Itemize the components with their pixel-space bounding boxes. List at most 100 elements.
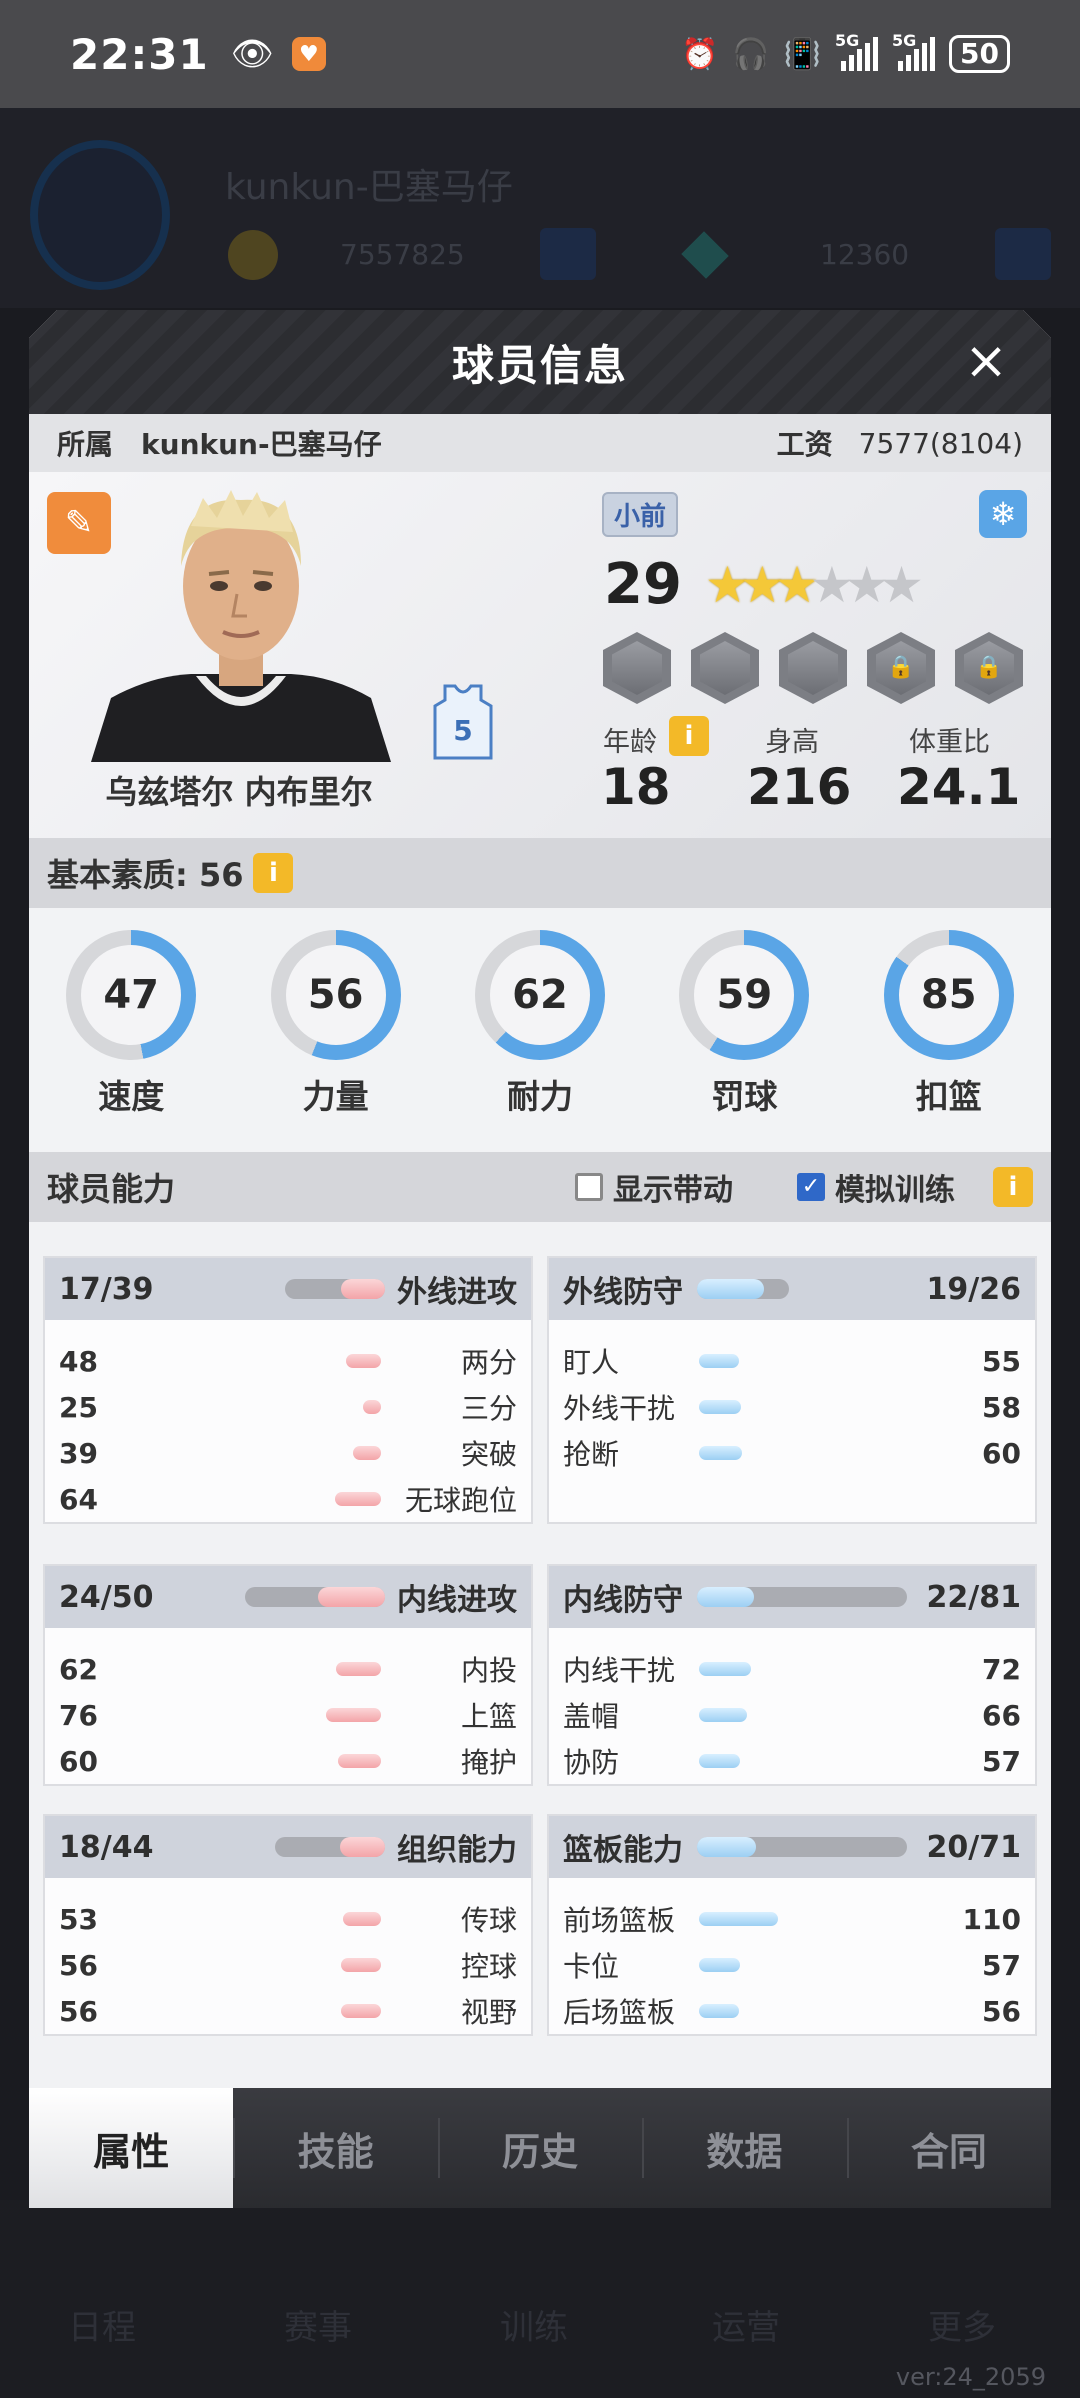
signal-icon-1: 5G (835, 31, 879, 71)
salary-label: 工资 (776, 428, 833, 461)
ability-title: 内线防守 (563, 1583, 683, 1618)
ability-bar (699, 1446, 742, 1460)
attribute-value: 59 (694, 945, 795, 1045)
age-info-icon[interactable]: i (669, 716, 709, 756)
simulate-training-toggle[interactable]: ✓ 模拟训练 (797, 1165, 955, 1209)
ability-label: 三分 (460, 1392, 517, 1425)
owner-row: 所属 kunkun-巴塞马仔 工资 7577(8104) (29, 414, 1051, 472)
weight-value: 24.1 (897, 758, 1021, 816)
close-icon[interactable]: × (961, 335, 1011, 387)
ability-row: 前场篮板 110 (549, 1896, 1035, 1942)
signal-icon-2: 5G (892, 31, 936, 71)
battery-indicator: 50 (949, 35, 1010, 73)
locked-slot-icon[interactable]: 🔒 (955, 632, 1023, 704)
potential-slots: 🔒 🔒 (603, 632, 1023, 704)
ability-label: 后场篮板 (563, 1996, 676, 2029)
attribute-value: 56 (285, 945, 386, 1045)
ability-row: 39 突破 (45, 1430, 531, 1476)
coin-icon (228, 230, 278, 280)
weight-label: 体重比 (909, 727, 990, 758)
ability-label: 卡位 (563, 1950, 620, 1983)
attribute-label: 罚球 (711, 1077, 778, 1116)
checkbox-icon[interactable] (575, 1173, 603, 1201)
basic-info-icon[interactable]: i (253, 853, 294, 893)
tab-attributes[interactable]: 属性 (29, 2088, 234, 2208)
ability-bar (699, 1958, 740, 1972)
ability-label: 协防 (563, 1746, 620, 1779)
ability-row: 53 传球 (45, 1896, 531, 1942)
ability-row: 盯人 55 (549, 1338, 1035, 1384)
ability-row: 62 内投 (45, 1646, 531, 1692)
ability-value: 64 (59, 1482, 98, 1516)
tab-history[interactable]: 历史 (437, 2088, 642, 2208)
ability-row: 外线干扰 58 (549, 1384, 1035, 1430)
ability-row: 盖帽 66 (549, 1692, 1035, 1738)
height-label: 身高 (765, 727, 819, 758)
ability-score: 24/50 (59, 1579, 154, 1615)
ability-score: 18/44 (59, 1829, 154, 1865)
ability-bar (699, 1400, 741, 1414)
ability-progress-bar (697, 1837, 907, 1857)
version-label: ver:24_2059 (895, 2363, 1046, 2391)
panel-title: 球员信息 (451, 340, 628, 390)
attribute-ring-item: 62 耐力 (470, 930, 610, 1152)
ability-bar (338, 1754, 381, 1768)
locked-slot-icon[interactable]: 🔒 (867, 632, 935, 704)
basic-attributes-header: 基本素质: 56 i (29, 838, 1051, 908)
ability-row: 56 视野 (45, 1988, 531, 2034)
app-notification-icon: ♥ (291, 37, 326, 71)
ability-row: 25 三分 (45, 1384, 531, 1430)
ability-label: 上篮 (460, 1700, 517, 1733)
height-value: 216 (747, 758, 852, 816)
checkbox-checked-icon[interactable]: ✓ (797, 1173, 825, 1201)
abilities-info-icon[interactable]: i (993, 1167, 1033, 1207)
player-card: ✎ 乌兹塔尔 内布里尔 5 小前 ❄ 29 ★ ★ ★ ★ ★ ★ 🔒 🔒 年龄… (29, 472, 1051, 838)
abilities-title: 球员能力 (47, 1170, 176, 1208)
add-gems-button (995, 228, 1051, 280)
tab-stats[interactable]: 数据 (642, 2088, 846, 2208)
attribute-label: 耐力 (506, 1077, 573, 1116)
ability-value: 110 (962, 1902, 1021, 1936)
ability-value: 76 (59, 1698, 98, 1732)
show-boost-toggle[interactable]: 显示带动 (575, 1165, 733, 1209)
ability-label: 前场篮板 (563, 1904, 676, 1937)
attribute-label: 扣篮 (915, 1077, 982, 1116)
tab-skills[interactable]: 技能 (233, 2088, 437, 2208)
ability-block-header: 17/39 外线进攻 (45, 1258, 531, 1320)
ability-bar (336, 1662, 381, 1676)
tab-contract[interactable]: 合同 (846, 2088, 1051, 2208)
slot-hexagon-icon[interactable] (691, 632, 759, 704)
player-name: 乌兹塔尔 内布里尔 (105, 773, 373, 811)
snowflake-icon[interactable]: ❄ (979, 490, 1027, 538)
attribute-ring-item: 47 速度 (61, 930, 201, 1152)
position-badge: 小前 (602, 492, 679, 537)
ability-bar (699, 1662, 751, 1676)
ability-title: 外线进攻 (397, 1275, 517, 1310)
ability-block: 18/44 组织能力 53 传球 56 控球 56 视野 (43, 1814, 533, 2036)
ability-bar (341, 1958, 381, 1972)
slot-hexagon-icon[interactable] (603, 632, 671, 704)
ability-score: 22/81 (926, 1579, 1021, 1615)
team-avatar (30, 140, 170, 290)
ability-label: 视野 (460, 1996, 517, 2029)
ability-block-header: 篮板能力 20/71 (549, 1816, 1035, 1878)
ability-bar (699, 1912, 778, 1926)
vibrate-icon: 📳 (783, 36, 822, 72)
ability-block-header: 24/50 内线进攻 (45, 1566, 531, 1628)
jersey-icon: 5 (433, 684, 493, 760)
ability-value: 58 (982, 1390, 1021, 1424)
ability-bar (353, 1446, 381, 1460)
slot-hexagon-icon[interactable] (779, 632, 847, 704)
ability-row: 抢断 60 (549, 1430, 1035, 1476)
ability-value: 57 (982, 1948, 1021, 1982)
star-empty-icon: ★ (879, 556, 924, 614)
bg-nav-label: 日程 (68, 2308, 136, 2348)
ability-value: 60 (59, 1744, 98, 1778)
ability-bar (699, 1754, 740, 1768)
alarm-icon: ⏰ (680, 36, 719, 72)
attribute-ring: 85 (883, 930, 1014, 1060)
abilities-header: 球员能力 显示带动 ✓ 模拟训练 i (29, 1152, 1051, 1222)
ability-bar (699, 1354, 739, 1368)
ability-row: 卡位 57 (549, 1942, 1035, 1988)
ability-label: 控球 (460, 1950, 517, 1983)
